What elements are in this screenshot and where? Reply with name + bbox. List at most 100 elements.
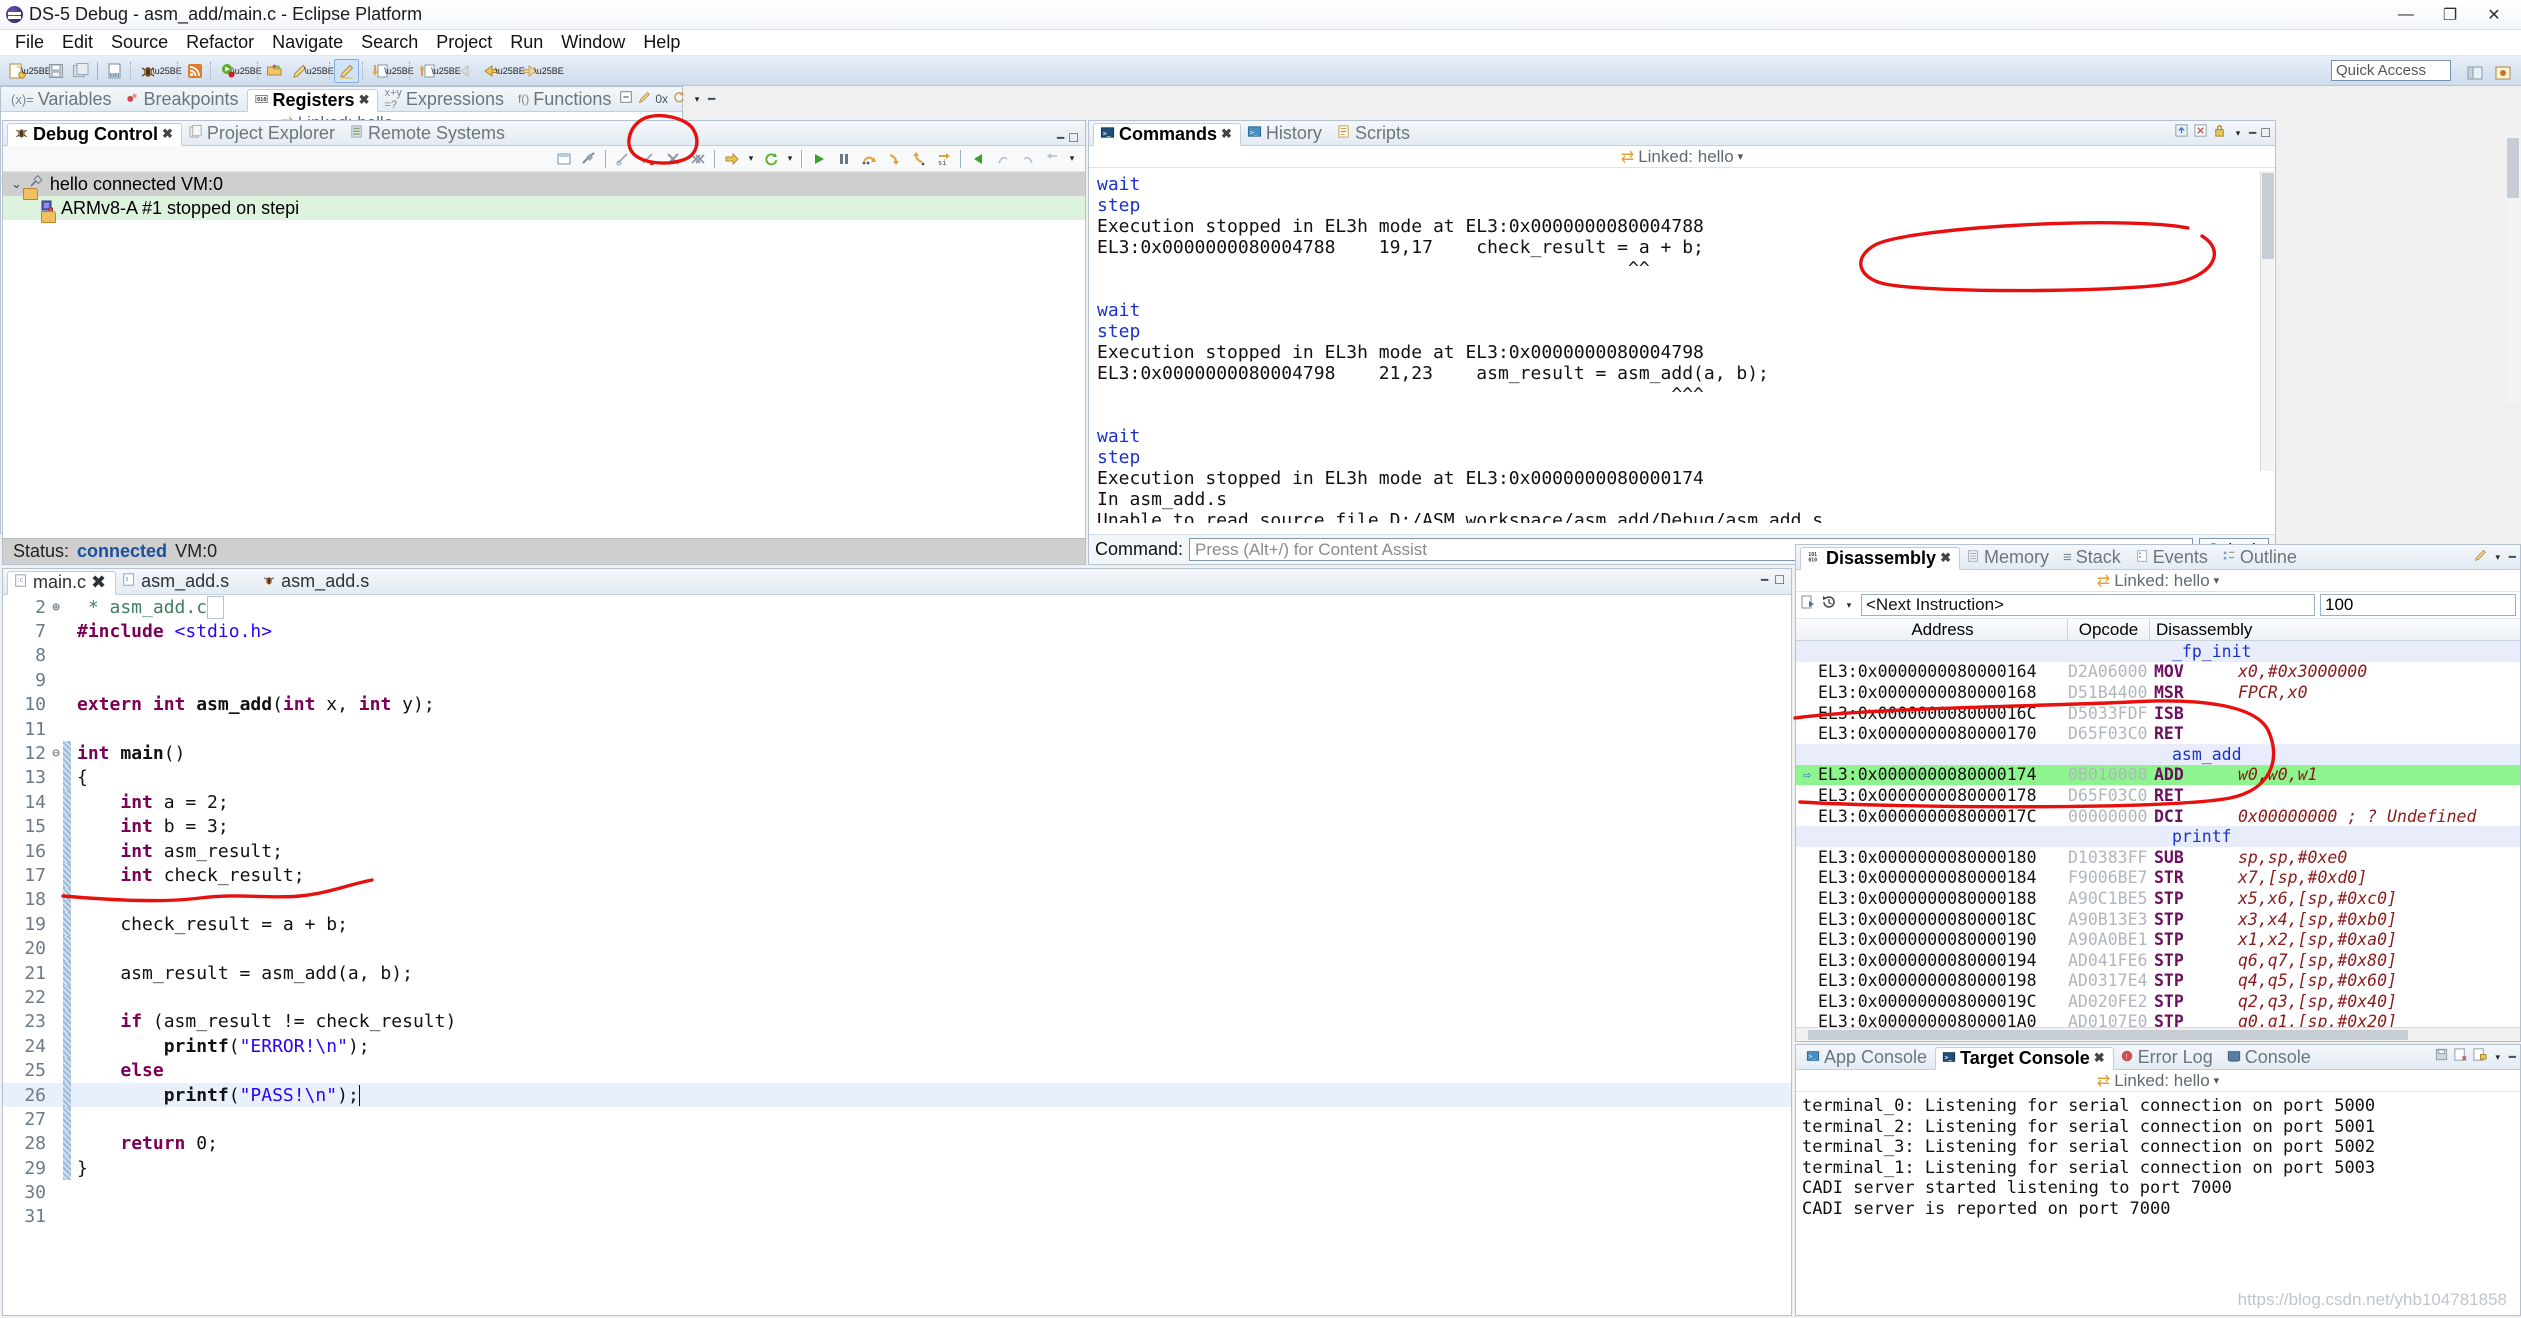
disassembly-row[interactable]: EL3:0x0000000080000184F9006BE7STRx7,[sp,…	[1796, 868, 2520, 889]
minimize-view-icon[interactable]: ━	[2249, 126, 2256, 140]
build-icon[interactable]: 010	[102, 59, 127, 83]
open-resource-icon[interactable]	[262, 59, 287, 83]
save-console-icon[interactable]	[2434, 1046, 2449, 1068]
code-line[interactable]: 26 printf("PASS!\n");	[3, 1083, 1791, 1107]
tab-expressions[interactable]: x+y=? Expressions	[378, 88, 511, 111]
column-header-address[interactable]: Address	[1818, 619, 2068, 640]
code-line[interactable]: 9	[3, 668, 1791, 692]
target-console-linked-bar[interactable]: ⇄ Linked: hello ▾	[1796, 1070, 2520, 1092]
open-perspective-icon[interactable]	[2462, 61, 2487, 85]
new-config-icon[interactable]	[551, 147, 576, 171]
history-icon[interactable]	[1821, 594, 1837, 616]
clear-console-icon[interactable]	[2193, 122, 2208, 144]
reset-icon[interactable]	[758, 147, 783, 171]
code-line[interactable]: 19 check_result = a + b;	[3, 912, 1791, 936]
tab-target-console[interactable]: >_ Target Console ✖	[1935, 1047, 2114, 1070]
disassembly-row[interactable]: EL3:0x0000000080000198AD0317E4STPq4,q5,[…	[1796, 971, 2520, 992]
clear-console-icon[interactable]	[2453, 1046, 2468, 1068]
connect-icon[interactable]	[576, 147, 601, 171]
disassembly-hscrollbar[interactable]	[1796, 1027, 2520, 1041]
maximize-button[interactable]: ❐	[2429, 2, 2471, 28]
disassembly-row[interactable]: EL3:0x0000000080000170D65F03C0RET	[1796, 723, 2520, 744]
disassembly-row[interactable]: EL3:0x000000008000019CAD020FE2STPq2,q3,[…	[1796, 991, 2520, 1012]
close-icon[interactable]: ✖	[162, 126, 173, 142]
disconnect-icon[interactable]	[610, 147, 635, 171]
code-line[interactable]: 22	[3, 985, 1791, 1009]
disassembly-row[interactable]: EL3:0x000000008000018CA90B13E3STPx3,x4,[…	[1796, 909, 2520, 930]
column-header-opcode[interactable]: Opcode	[2068, 619, 2150, 640]
tree-item-connection[interactable]: ⌄ hello connected VM:0	[3, 172, 1085, 196]
tab-history[interactable]: >_ History	[1241, 122, 1330, 145]
remove-all-alt-icon[interactable]	[685, 147, 710, 171]
disassembly-row[interactable]: EL3:0x000000008000017C00000000DCI0x00000…	[1796, 806, 2520, 827]
goto-address-icon[interactable]	[1800, 594, 1816, 616]
tab-error-log[interactable]: ! Error Log	[2114, 1046, 2221, 1069]
code-line[interactable]: 21 asm_result = asm_add(a, b);	[3, 961, 1791, 985]
load-icon[interactable]	[719, 147, 744, 171]
collapse-all-icon[interactable]	[619, 88, 633, 110]
close-icon[interactable]: ✖	[1940, 550, 1951, 566]
close-icon[interactable]: ✖	[1221, 126, 1232, 142]
pause-icon[interactable]	[831, 147, 856, 171]
step-instruction-icon[interactable]: si	[931, 147, 956, 171]
tab-breakpoints[interactable]: Breakpoints	[119, 88, 246, 111]
highlight-changes-icon[interactable]	[2473, 546, 2487, 568]
code-line[interactable]: 20	[3, 936, 1791, 960]
menu-item-file[interactable]: File	[6, 30, 53, 55]
next-annotation-dropdown-icon[interactable]: \u25BE	[392, 59, 406, 83]
minimize-button[interactable]: —	[2385, 2, 2427, 28]
quick-access-input[interactable]: Quick Access	[2331, 60, 2451, 81]
history-dropdown-icon[interactable]: ▾	[1842, 593, 1856, 617]
tab-stack[interactable]: ≡ Stack	[2057, 546, 2129, 569]
continue-icon[interactable]	[806, 147, 831, 171]
editor-tab-asm-add-s[interactable]: s asm_add.s	[116, 570, 238, 594]
export-icon[interactable]	[2174, 122, 2189, 144]
debug-dropdown-icon[interactable]: \u25BE	[160, 59, 174, 83]
code-line[interactable]: 24 printf("ERROR!\n");	[3, 1034, 1791, 1058]
tab-variables[interactable]: (x)= Variables	[5, 88, 119, 111]
tab-remote-systems[interactable]: Remote Systems	[343, 122, 513, 145]
reset-dropdown-icon[interactable]: ▾	[783, 147, 797, 171]
minimize-view-icon[interactable]: ━	[1057, 131, 1064, 145]
disassembly-linked-bar[interactable]: ⇄ Linked: hello ▾	[1796, 570, 2520, 592]
disassembly-row[interactable]: ⇨EL3:0x00000000800001740B010000ADDw0,w0,…	[1796, 765, 2520, 786]
editor-tab-asm-add-s-debug[interactable]: asm_add.s	[256, 570, 378, 594]
tab-debug-control[interactable]: Debug Control ✖	[7, 123, 182, 146]
view-menu-icon[interactable]: ▾	[2231, 121, 2245, 145]
menu-item-help[interactable]: Help	[634, 30, 689, 55]
disassembly-count-input[interactable]: 100	[2320, 594, 2516, 616]
code-line[interactable]: 23 if (asm_result != check_result)	[3, 1010, 1791, 1034]
menu-item-window[interactable]: Window	[552, 30, 634, 55]
step-out-icon[interactable]	[906, 147, 931, 171]
perspective-debug-icon[interactable]	[2490, 61, 2515, 85]
menu-item-project[interactable]: Project	[427, 30, 501, 55]
tab-functions[interactable]: f() Functions	[512, 88, 619, 111]
lock-console-icon[interactable]	[2472, 1046, 2487, 1068]
maximize-view-icon[interactable]: ☐	[1068, 131, 1079, 145]
code-line[interactable]: 10extern int asm_add(int x, int y);	[3, 693, 1791, 717]
chevron-down-icon[interactable]: ▾	[2214, 1074, 2220, 1087]
minimize-view-icon[interactable]: ━	[1761, 573, 1768, 587]
code-line[interactable]: 28 return 0;	[3, 1132, 1791, 1156]
tab-memory[interactable]: Memory	[1960, 546, 2057, 569]
code-line[interactable]: 29}	[3, 1156, 1791, 1180]
disassembly-address-input[interactable]: <Next Instruction>	[1861, 594, 2315, 616]
view-menu-icon[interactable]: ▾	[2491, 1045, 2505, 1069]
view-menu-icon[interactable]: ▾	[690, 87, 704, 111]
registers-scrollbar[interactable]	[2506, 136, 2520, 404]
minimize-view-icon[interactable]: ━	[708, 92, 715, 106]
load-dropdown-icon[interactable]: ▾	[744, 147, 758, 171]
menu-item-search[interactable]: Search	[352, 30, 427, 55]
maximize-view-icon[interactable]: ☐	[2260, 126, 2271, 140]
run-to-line-icon[interactable]	[965, 147, 990, 171]
save-icon[interactable]	[43, 59, 68, 83]
step-over-icon[interactable]	[856, 147, 881, 171]
disassembly-row[interactable]: EL3:0x0000000080000178D65F03C0RET	[1796, 785, 2520, 806]
highlight-changes-icon[interactable]	[637, 88, 651, 110]
code-line[interactable]: 14 int a = 2;	[3, 790, 1791, 814]
code-line[interactable]: 7#include <stdio.h>	[3, 619, 1791, 643]
refresh-icon[interactable]	[672, 88, 686, 110]
code-line[interactable]: 27	[3, 1107, 1791, 1131]
chevron-down-icon[interactable]: ⌄	[11, 176, 22, 192]
disassembly-row[interactable]: EL3:0x000000008000016CD5033FDFISB	[1796, 703, 2520, 724]
